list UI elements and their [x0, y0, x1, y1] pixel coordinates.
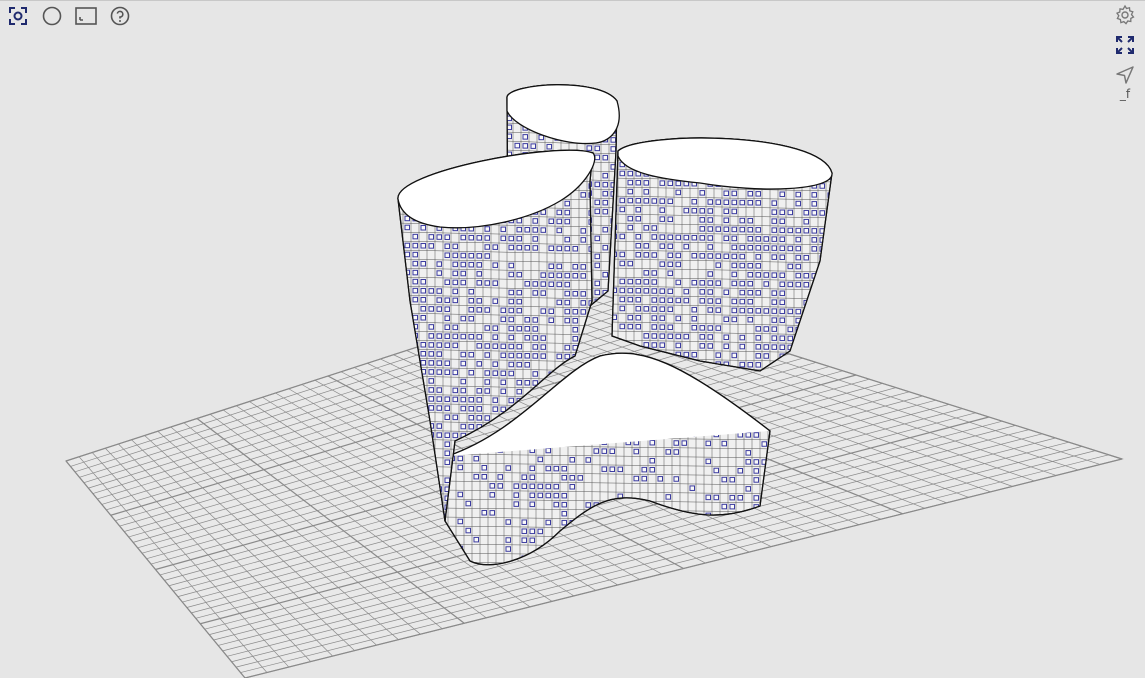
zoom-extents-button[interactable] — [6, 5, 30, 27]
viewer-toolbar-left — [6, 5, 132, 27]
circle-shape-icon — [42, 6, 62, 26]
fullscreen-button[interactable] — [1113, 33, 1137, 57]
3d-scene[interactable] — [0, 1, 1145, 678]
3d-viewport[interactable]: _f — [0, 0, 1145, 678]
viewer-toolbar-right: _f — [1113, 3, 1137, 101]
tower-c[interactable] — [610, 137, 835, 377]
circle-shape-button[interactable] — [40, 5, 64, 27]
expand-icon — [1116, 36, 1134, 54]
settings-button[interactable] — [1113, 3, 1137, 27]
frame-icon — [75, 7, 97, 25]
zoom-extents-icon — [9, 7, 27, 25]
gear-icon — [1115, 4, 1135, 25]
help-button[interactable] — [108, 5, 132, 27]
navigate-button[interactable] — [1113, 63, 1137, 87]
view-label: _f — [1119, 87, 1131, 101]
help-icon — [110, 6, 130, 26]
frame-button[interactable] — [74, 5, 98, 27]
send-arrow-icon — [1116, 66, 1134, 84]
